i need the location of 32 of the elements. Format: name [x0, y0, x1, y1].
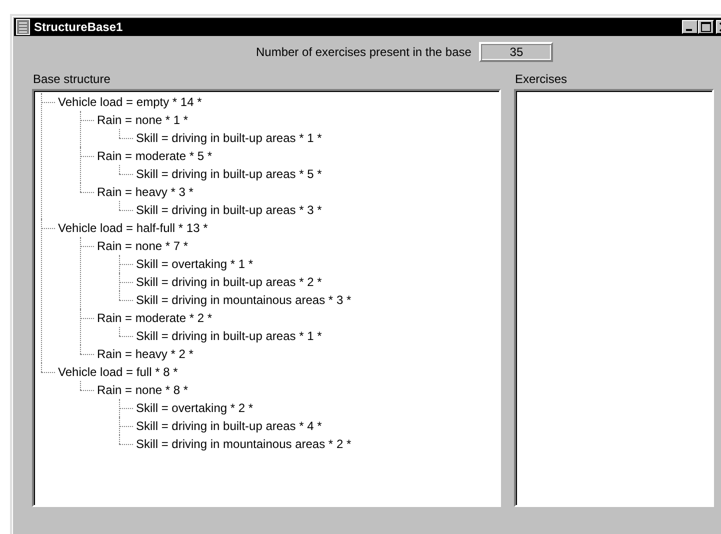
base-structure-label: Base structure	[33, 72, 112, 86]
maximize-button[interactable]	[698, 20, 714, 34]
tree-item[interactable]: Skill = overtaking * 1 *	[136, 257, 254, 271]
tree-item[interactable]: Rain = heavy * 3 *	[97, 185, 194, 199]
window-title: StructureBase1	[34, 20, 124, 34]
tree-item[interactable]: Skill = overtaking * 2 *	[136, 401, 254, 415]
tree-item[interactable]: Skill = driving in built-up areas * 5 *	[136, 167, 322, 181]
minimize-icon	[686, 29, 692, 31]
exercises-list[interactable]	[514, 89, 714, 507]
tree-item[interactable]: Rain = none * 7 *	[97, 239, 188, 253]
tree-item[interactable]: Rain = heavy * 2 *	[97, 347, 194, 361]
tree-item[interactable]: Rain = none * 8 *	[97, 383, 188, 397]
tree-item[interactable]: Rain = moderate * 5 *	[97, 149, 212, 163]
tree-item[interactable]: Skill = driving in built-up areas * 2 *	[136, 275, 322, 289]
minimize-button[interactable]	[682, 20, 698, 34]
tree-item[interactable]: Rain = none * 1 *	[97, 113, 188, 127]
tree-item[interactable]: Skill = driving in built-up areas * 4 *	[136, 419, 322, 433]
tree-item[interactable]: Rain = moderate * 2 *	[97, 311, 212, 325]
tree-item[interactable]: Skill = driving in mountainous areas * 2 *	[136, 437, 352, 451]
structure-tree-view[interactable]	[32, 89, 501, 507]
exercise-count-label: Number of exercises present in the base	[256, 45, 472, 59]
exercises-label: Exercises	[515, 72, 568, 86]
tree-item[interactable]: Skill = driving in built-up areas * 1 *	[136, 329, 322, 343]
exercise-count-field: 35	[479, 42, 554, 62]
tree-item[interactable]: Skill = driving in built-up areas * 1 *	[136, 131, 322, 145]
tree-item[interactable]: Vehicle load = half-full * 13 *	[58, 221, 208, 235]
tree-item[interactable]: Vehicle load = full * 8 *	[58, 365, 178, 379]
tree-item[interactable]: Vehicle load = empty * 14 *	[58, 95, 202, 109]
maximize-icon	[701, 22, 711, 32]
tree-item[interactable]: Skill = driving in built-up areas * 3 *	[136, 203, 322, 217]
tree-item[interactable]: Skill = driving in mountainous areas * 3 *	[136, 293, 352, 307]
document-icon	[16, 19, 30, 35]
